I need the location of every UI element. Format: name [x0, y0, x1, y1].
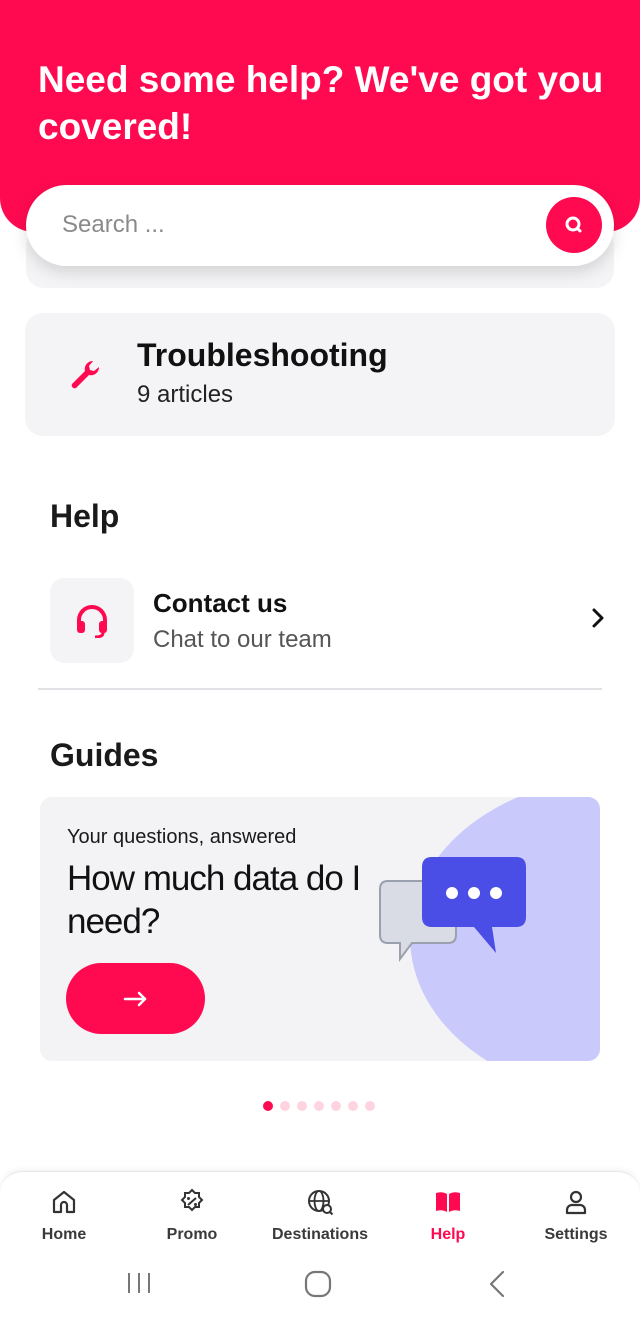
carousel-dot[interactable] — [314, 1101, 324, 1111]
wrench-icon — [71, 360, 100, 389]
search-bar[interactable] — [26, 185, 614, 266]
nav-settings-label: Settings — [544, 1226, 608, 1243]
contact-us-title: Contact us — [153, 588, 288, 618]
guide-open-button[interactable] — [66, 963, 205, 1034]
contact-us-row[interactable]: Contact us Chat to our team — [40, 572, 610, 672]
nav-home[interactable]: Home — [0, 1172, 128, 1248]
carousel-dot[interactable] — [331, 1101, 341, 1111]
help-section-title: Help — [50, 498, 120, 534]
headset-icon — [77, 604, 107, 638]
home-icon — [52, 1190, 76, 1214]
globe-search-icon — [308, 1190, 334, 1216]
promo-badge-icon — [180, 1188, 204, 1212]
search-icon — [565, 216, 582, 233]
nav-destinations-label: Destinations — [271, 1226, 368, 1243]
chat-bubbles-illustration — [379, 857, 526, 962]
home-circle-icon[interactable] — [303, 1269, 333, 1299]
troubleshooting-article-count: 9 articles — [137, 381, 234, 408]
carousel-dot[interactable] — [365, 1101, 375, 1111]
contact-icon-box — [50, 578, 134, 663]
troubleshooting-card[interactable]: Troubleshooting 9 articles — [25, 313, 615, 436]
recents-icon[interactable] — [126, 1269, 152, 1297]
carousel-indicator — [263, 1100, 383, 1112]
chevron-right-icon — [592, 608, 604, 628]
contact-us-subtitle: Chat to our team — [153, 626, 332, 653]
carousel-dot[interactable] — [280, 1101, 290, 1111]
page-title: Need some help? We've got you covered! — [38, 59, 604, 147]
carousel-dot[interactable] — [263, 1101, 273, 1111]
troubleshooting-title: Troubleshooting — [137, 337, 388, 373]
nav-help-label: Help — [430, 1226, 466, 1243]
book-icon — [436, 1192, 460, 1212]
guide-kicker: Your questions, answered — [67, 826, 297, 848]
system-navigation-bar — [0, 1249, 640, 1322]
arrow-right-icon — [123, 991, 146, 1006]
back-icon[interactable] — [486, 1269, 508, 1299]
nav-home-label: Home — [41, 1226, 87, 1243]
carousel-dot[interactable] — [297, 1101, 307, 1111]
search-input[interactable] — [62, 205, 522, 245]
nav-settings[interactable]: Settings — [512, 1172, 640, 1248]
search-button[interactable] — [546, 197, 602, 253]
nav-promo-label: Promo — [166, 1226, 218, 1243]
section-divider — [38, 688, 602, 690]
nav-promo[interactable]: Promo — [128, 1172, 256, 1248]
nav-destinations[interactable]: Destinations — [256, 1172, 384, 1248]
carousel-dot[interactable] — [348, 1101, 358, 1111]
nav-help[interactable]: Help — [384, 1172, 512, 1248]
guide-title: How much data do I need? — [67, 859, 361, 941]
user-icon — [565, 1190, 587, 1215]
guides-section-title: Guides — [50, 737, 159, 773]
bottom-navigation: Home Promo Destinations Help Settings — [0, 1171, 640, 1249]
guide-card[interactable]: Your questions, answered How much data d… — [40, 797, 600, 1061]
